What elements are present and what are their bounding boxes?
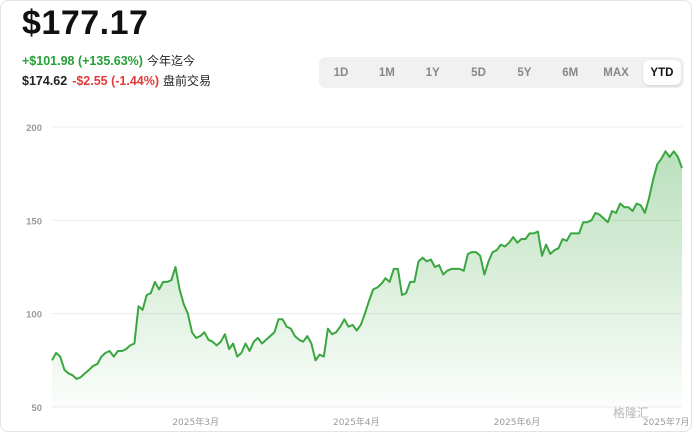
y-tick-label: 150	[26, 216, 42, 227]
range-5d-button[interactable]: 5D	[460, 60, 498, 85]
price-area	[52, 151, 682, 407]
premarket-row: $174.62 -$2.55 (-1.44%) 盘前交易	[22, 72, 211, 89]
current-price: $177.17	[22, 4, 149, 42]
y-tick-label: 200	[26, 123, 42, 134]
range-ytd-button[interactable]: YTD	[642, 60, 681, 85]
x-tick-label: 2025年6月	[494, 416, 541, 428]
premarket-change-value: -$2.55 (-1.44%)	[72, 74, 160, 88]
ytd-change-label: 今年迄今	[146, 54, 195, 68]
range-selector: 1D 1M 1Y 5D 5Y 6M MAX YTD	[319, 57, 684, 88]
premarket-price: $174.62	[22, 74, 68, 88]
ytd-change-row: +$101.98 (+135.63%) 今年迄今	[22, 52, 195, 69]
x-tick-label: 2025年3月	[172, 416, 219, 428]
range-5y-button[interactable]: 5Y	[505, 60, 543, 85]
x-tick-label: 2025年7月	[643, 416, 690, 428]
premarket-label: 盘前交易	[163, 74, 212, 88]
range-max-button[interactable]: MAX	[597, 60, 635, 85]
y-tick-label: 100	[26, 310, 42, 321]
ytd-change-value: +$101.98 (+135.63%)	[22, 54, 143, 68]
y-tick-label: 50	[31, 403, 42, 414]
watermark-logo: 格隆汇	[613, 406, 650, 420]
price-chart[interactable]: 200 150 100 50 2025年3月 2025年4月 2025年6月 2025年7月	[0, 110, 692, 432]
range-1y-button[interactable]: 1Y	[414, 60, 452, 85]
range-1d-button[interactable]: 1D	[322, 60, 360, 85]
x-tick-label: 2025年4月	[333, 416, 380, 428]
range-1m-button[interactable]: 1M	[368, 60, 406, 85]
range-6m-button[interactable]: 6M	[551, 60, 589, 85]
